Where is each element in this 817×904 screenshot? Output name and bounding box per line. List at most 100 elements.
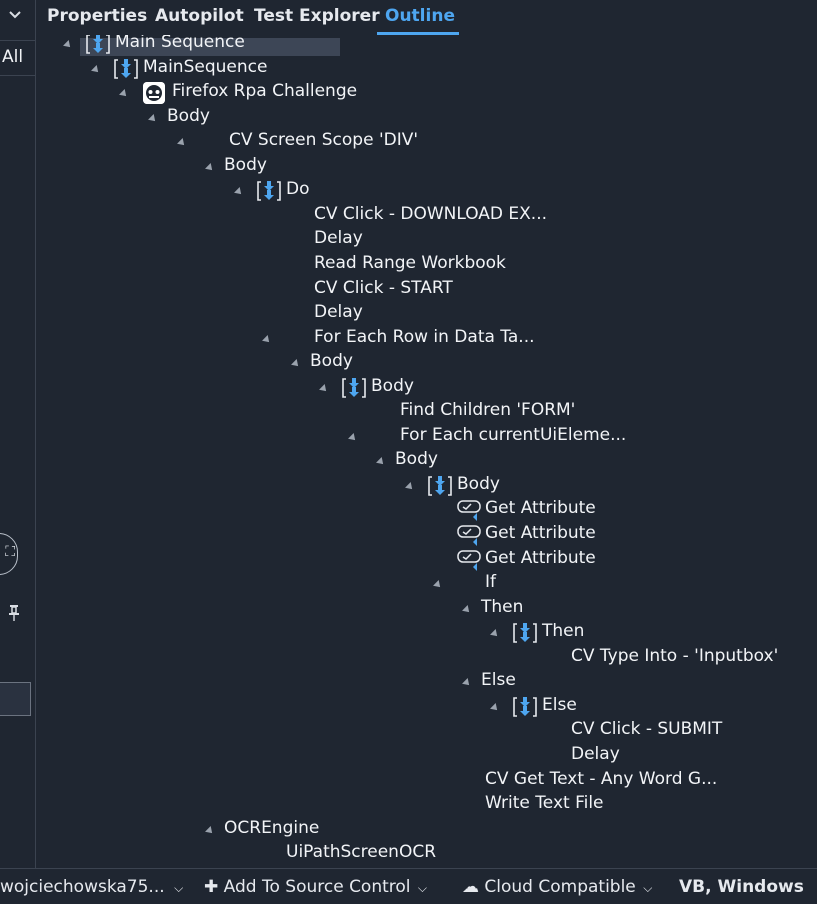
tab-properties[interactable]: Properties [47,6,147,26]
outline-node[interactable]: Delay [314,302,363,326]
outline-node[interactable]: Get Attribute [485,498,596,522]
expand-toggle-icon[interactable] [234,187,244,198]
expand-toggle-icon[interactable] [63,40,73,50]
outline-node[interactable]: Else [481,670,516,694]
expand-toggle-icon[interactable] [205,162,215,173]
outline-node[interactable]: Else [542,695,577,719]
add-to-source-control-button[interactable]: ✚ Add To Source Control ⌵ [204,877,427,897]
cloud-compatible-dropdown[interactable]: ☁ Cloud Compatible ⌵ [462,877,652,897]
outline-node-label: Firefox Rpa Challenge [172,81,358,102]
expand-toggle-icon[interactable] [91,64,101,75]
status-bar: wojciechowska75... ⌵ ✚ Add To Source Con… [0,868,817,904]
outline-node-label: CV Screen Scope 'DIV' [229,130,419,151]
outline-node-label: If [485,572,496,593]
sequence-icon [257,181,281,202]
outline-node-label: CV Click - SUBMIT [571,719,723,740]
tab-outline[interactable]: Outline [385,6,455,26]
outline-node-label: Body [224,154,267,175]
outline-node[interactable]: Body [310,351,353,375]
outline-node-label: Body [395,449,438,470]
outline-node-label: CV Get Text - Any Word G... [485,768,718,789]
outline-node-label: Body [167,105,210,126]
zoom-fit-button[interactable]: ⛶ [0,533,18,575]
outline-node[interactable]: CV Type Into - 'Inputbox' [571,646,778,670]
chevron-down-icon[interactable] [6,6,24,24]
outline-node[interactable]: For Each Row in Data Ta... [314,327,535,351]
get-attribute-icon [457,500,481,522]
outline-node[interactable]: MainSequence [143,57,267,81]
outline-node[interactable]: CV Click - DOWNLOAD EX... [314,204,547,228]
sequence-icon [86,35,110,54]
expand-toggle-icon[interactable] [490,702,500,713]
outline-node-label: Body [371,375,414,396]
expand-toggle-icon[interactable] [348,432,358,443]
expand-toggle-icon[interactable] [462,678,472,689]
outline-node[interactable]: Delay [571,744,620,768]
outline-node-label: Get Attribute [485,523,596,543]
outline-node-label: CV Click - START [314,277,453,298]
expand-toggle-icon[interactable] [490,629,500,640]
tab-autopilot[interactable]: Autopilot [155,6,244,26]
fit-icon: ⛶ [5,544,15,560]
left-panel-field[interactable] [0,682,31,716]
sequence-icon [342,377,366,398]
outline-node-label: UiPathScreenOCR [286,842,437,863]
outline-node[interactable]: Then [542,621,584,645]
outline-node-label: Delay [571,743,620,764]
chevron-down-icon: ⌵ [643,881,653,895]
outline-node-label: For Each currentUiEleme... [400,424,627,445]
outline-node[interactable]: CV Click - SUBMIT [571,719,722,743]
expand-toggle-icon[interactable] [177,138,187,149]
outline-node[interactable]: Get Attribute [485,548,596,572]
outline-node[interactable]: Firefox Rpa Challenge [172,81,357,105]
panel-tab-bar: Properties Autopilot Test Explorer Outli… [36,0,817,38]
outline-node[interactable]: Then [481,597,523,621]
outline-node[interactable]: For Each currentUiEleme... [400,425,626,449]
outline-node[interactable]: OCREngine [224,818,319,842]
outline-node-label: Then [542,621,585,642]
cloud-icon: ☁ [462,877,479,897]
outline-node[interactable]: Body [167,106,210,130]
outline-node[interactable]: Get Attribute [485,523,596,547]
outline-node[interactable]: If [485,572,496,596]
outline-node[interactable]: Body [457,474,500,498]
outline-node[interactable]: UiPathScreenOCR [286,842,436,866]
outline-node[interactable]: Body [395,449,438,473]
language-indicator[interactable]: VB, Windows [679,877,804,897]
tab-test-explorer[interactable]: Test Explorer [254,6,380,26]
sequence-icon [428,475,452,496]
outline-node[interactable]: CV Screen Scope 'DIV' [229,130,418,154]
outline-node-label: Do [286,179,310,200]
outline-node-label: Get Attribute [485,498,596,519]
chevron-down-icon: ⌵ [417,881,428,895]
outline-tree: Main Sequence MainSequence Firefox Rpa Cha… [36,35,817,867]
expand-toggle-icon[interactable] [405,481,415,492]
expand-toggle-icon[interactable] [205,825,215,836]
pin-icon[interactable] [7,604,21,622]
expand-toggle-icon[interactable] [291,359,301,370]
user-account-dropdown[interactable]: wojciechowska75... ⌵ [0,877,183,897]
outline-node[interactable]: Find Children 'FORM' [400,400,575,424]
expand-toggle-icon[interactable] [262,334,272,345]
outline-node[interactable]: Body [224,155,267,179]
outline-node[interactable]: Body [371,376,414,400]
outline-node-label: Get Attribute [485,547,596,568]
expand-toggle-icon[interactable] [433,580,443,591]
outline-node[interactable]: Write Text File [485,793,604,817]
outline-node[interactable]: Delay [314,228,363,252]
outline-node[interactable]: Do [286,179,310,203]
expand-toggle-icon[interactable] [148,113,158,124]
outline-node[interactable]: CV Click - START [314,278,453,302]
outline-node[interactable]: Main Sequence [115,35,245,56]
expand-toggle-icon[interactable] [376,457,386,468]
outline-node[interactable]: CV Get Text - Any Word G... [485,769,717,793]
user-account-label: wojciechowska75... [0,877,165,897]
robot-icon [143,82,165,105]
expand-toggle-icon[interactable] [319,383,329,394]
outline-node-label: CV Click - DOWNLOAD EX... [314,203,548,224]
outline-node[interactable]: Read Range Workbook [314,253,506,277]
expand-toggle-icon[interactable] [119,89,129,100]
filter-all-button[interactable]: All [0,40,35,76]
outline-node-label: Else [542,694,577,715]
expand-toggle-icon[interactable] [462,604,472,615]
